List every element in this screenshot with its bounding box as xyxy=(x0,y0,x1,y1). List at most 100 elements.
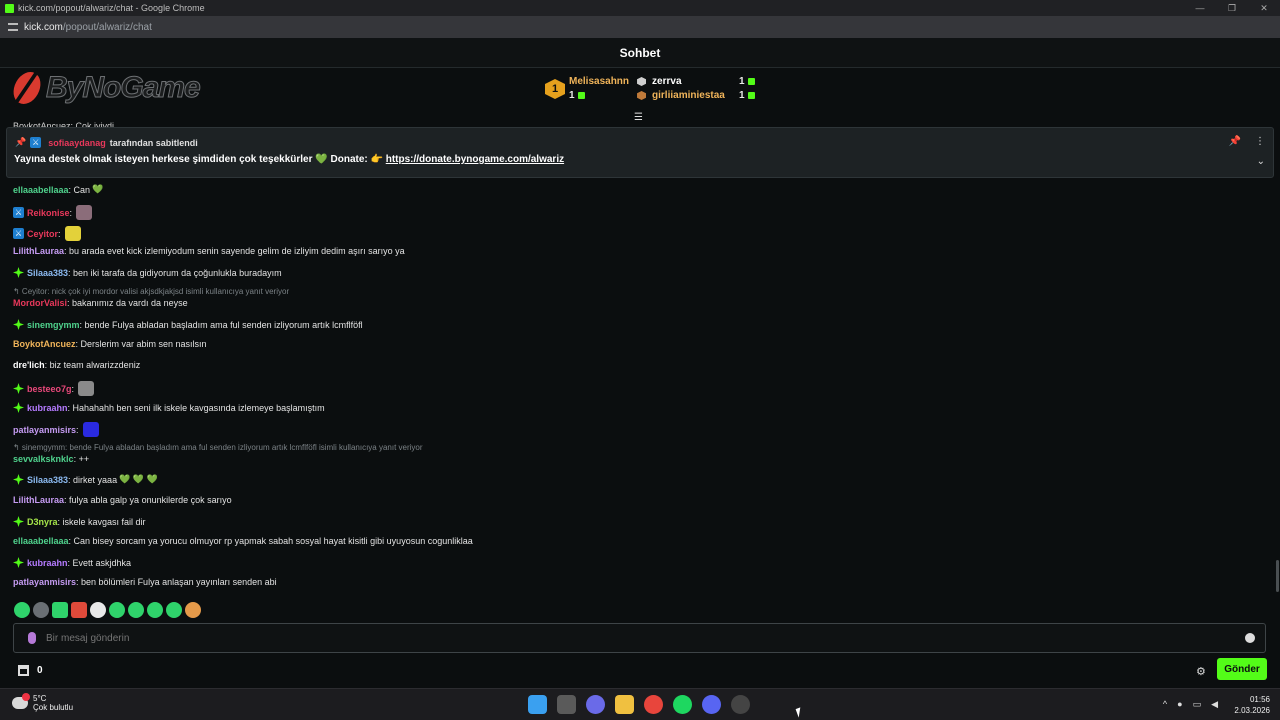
chat-username[interactable]: Silaaa383 xyxy=(27,268,68,278)
copilot-icon[interactable] xyxy=(586,695,605,714)
chat-username[interactable]: MordorValisi xyxy=(13,298,67,308)
file-explorer-icon[interactable] xyxy=(615,695,634,714)
store-button[interactable]: 0 xyxy=(18,665,43,676)
bynogame-logo-icon xyxy=(10,72,44,104)
chat-text: : Can xyxy=(68,184,91,195)
chat-username[interactable]: sevvalksknklc xyxy=(13,454,74,464)
clock-time: 01:56 xyxy=(1249,695,1270,704)
gifter-first-count: 1 xyxy=(569,90,575,101)
cloud-icon xyxy=(12,693,30,709)
chat-text: : dirket yaaa xyxy=(68,474,118,485)
chat-text: : xyxy=(69,207,73,218)
emote-icon[interactable] xyxy=(90,602,106,618)
emote-icon[interactable] xyxy=(52,602,68,618)
pinned-by-user[interactable]: sofiaaydanag xyxy=(48,138,106,148)
chat-emote-icon[interactable] xyxy=(82,422,99,437)
chat-emote-icon[interactable] xyxy=(64,226,81,241)
chat-message: patlayanmisirs: xyxy=(13,422,99,437)
chat-text: : bakanımız da vardı da neyse xyxy=(67,298,188,308)
address-bar[interactable]: kick.com/popout/alwariz/chat xyxy=(0,16,1280,38)
message-input-box[interactable] xyxy=(13,623,1266,653)
weather-widget[interactable]: 5°C Çok bulutlu xyxy=(12,693,73,712)
emote-icon[interactable] xyxy=(147,602,163,618)
reply-context[interactable]: ↰ sinemgymm: bende Fulya abladan başladı… xyxy=(13,443,423,452)
chat-text: : Evett askjdhka xyxy=(67,557,132,568)
chat-username[interactable]: Reikonise xyxy=(27,208,70,218)
send-button[interactable]: Gönder xyxy=(1217,658,1267,680)
mic-tray-icon[interactable]: ● xyxy=(1177,699,1182,710)
gifter-second[interactable]: zerrva xyxy=(637,76,737,87)
gifter-third[interactable]: girliiaminiestaa xyxy=(637,90,737,101)
chat-message: ellaaabellaaa: Can 💚 xyxy=(13,184,103,195)
reply-context[interactable]: ↰ Ceyitor: nick çok iyi mordor valisi ak… xyxy=(13,287,289,296)
restore-icon[interactable]: ❐ xyxy=(1216,0,1248,16)
task-view-icon[interactable] xyxy=(557,695,576,714)
chat-username[interactable]: dre'lich xyxy=(13,360,45,370)
chat-username[interactable]: Ceyitor xyxy=(27,229,58,239)
chat-message: LilithLauraa: bu arada evet kick izlemiy… xyxy=(13,246,405,256)
chat-scrollbar[interactable] xyxy=(1276,560,1279,592)
site-info-icon[interactable] xyxy=(8,23,18,31)
unpin-icon[interactable]: 📌 xyxy=(1229,136,1241,147)
chat-username[interactable]: patlayanmisirs xyxy=(13,425,76,435)
chat-emote-icon[interactable] xyxy=(76,205,93,220)
more-options-icon[interactable]: ⋮ xyxy=(1255,136,1265,147)
emote-icon[interactable] xyxy=(185,602,201,618)
donate-link[interactable]: https://donate.bynogame.com/alwariz xyxy=(386,154,564,165)
emote-icon[interactable] xyxy=(14,602,30,618)
window-title: kick.com/popout/alwariz/chat - Google Ch… xyxy=(18,3,205,13)
taskbar-clock[interactable]: 01:56 2.03.2026 xyxy=(1234,694,1270,716)
store-icon xyxy=(18,665,29,676)
chat-text: : xyxy=(71,383,75,394)
chat-message: Silaaa383: ben iki tarafa da gidiyorum d… xyxy=(13,267,282,278)
chat-username[interactable]: Silaaa383 xyxy=(27,475,68,485)
chat-username[interactable]: LilithLauraa xyxy=(13,495,64,505)
rank-3-icon xyxy=(637,91,647,100)
chat-messages: ellaaabellaaa: Can 💚 ⚔ Reikonise: ⚔ Ceyitor: L… xyxy=(0,180,1276,600)
minimize-icon[interactable]: — xyxy=(1184,0,1216,16)
expand-leaderboard-icon[interactable]: ☰ xyxy=(634,112,643,123)
close-icon[interactable]: ✕ xyxy=(1248,0,1280,16)
chat-username[interactable]: D3nyra xyxy=(27,517,58,527)
window-controls: — ❐ ✕ xyxy=(1184,0,1280,16)
spotify-icon[interactable] xyxy=(673,695,692,714)
chrome-icon[interactable] xyxy=(644,695,663,714)
chevron-down-icon[interactable]: ⌄ xyxy=(1257,156,1265,167)
weather-temp: 5°C xyxy=(33,694,47,703)
discord-icon[interactable] xyxy=(702,695,721,714)
chevron-up-icon[interactable]: ^ xyxy=(1163,699,1167,710)
display-icon[interactable]: ▭ xyxy=(1193,699,1202,710)
chat-text: : ++ xyxy=(73,454,90,464)
chat-username[interactable]: ellaaabellaaa xyxy=(13,536,69,546)
chat-username[interactable]: patlayanmisirs xyxy=(13,577,76,587)
gifter-second-count: 1 xyxy=(739,76,745,87)
chat-username[interactable]: sinemgymm xyxy=(27,320,80,330)
emote-icon[interactable] xyxy=(109,602,125,618)
subscriber-badge-icon xyxy=(13,383,24,394)
volume-icon[interactable]: ◀ xyxy=(1211,699,1218,710)
emote-icon[interactable] xyxy=(33,602,49,618)
emote-icon[interactable] xyxy=(128,602,144,618)
chat-username[interactable]: ellaaabellaaa xyxy=(13,185,69,195)
settings-gear-icon[interactable]: ⚙ xyxy=(1196,665,1206,678)
app-icon[interactable] xyxy=(731,695,750,714)
emote-icon[interactable] xyxy=(71,602,87,618)
chat-message: ⚔ Ceyitor: xyxy=(13,226,81,241)
chat-username[interactable]: besteeo7g xyxy=(27,384,72,394)
rank-2-icon xyxy=(637,77,647,86)
chat-top-area: ByNoGame 1 Melisasahnn 1 zerrva girliiam… xyxy=(0,68,1280,126)
microphone-icon[interactable] xyxy=(28,632,36,644)
emoji-picker-icon[interactable] xyxy=(1245,633,1255,643)
emote-icon[interactable] xyxy=(166,602,182,618)
chat-username[interactable]: BoykotAncuez xyxy=(13,339,76,349)
chat-emote-icon[interactable] xyxy=(78,381,95,396)
chat-username[interactable]: kubraahn xyxy=(27,558,68,568)
chat-username[interactable]: kubraahn xyxy=(27,403,68,413)
windows-start-icon[interactable] xyxy=(528,695,547,714)
subscriber-badge-icon xyxy=(13,557,24,568)
message-input[interactable] xyxy=(46,632,1245,644)
chat-message: LilithLauraa: fulya abla galp ya onunkil… xyxy=(13,495,232,505)
chat-message: sevvalksknklc: ++ xyxy=(13,454,89,464)
gifter-first[interactable]: 1 Melisasahnn 1 xyxy=(545,76,629,101)
chat-username[interactable]: LilithLauraa xyxy=(13,246,64,256)
